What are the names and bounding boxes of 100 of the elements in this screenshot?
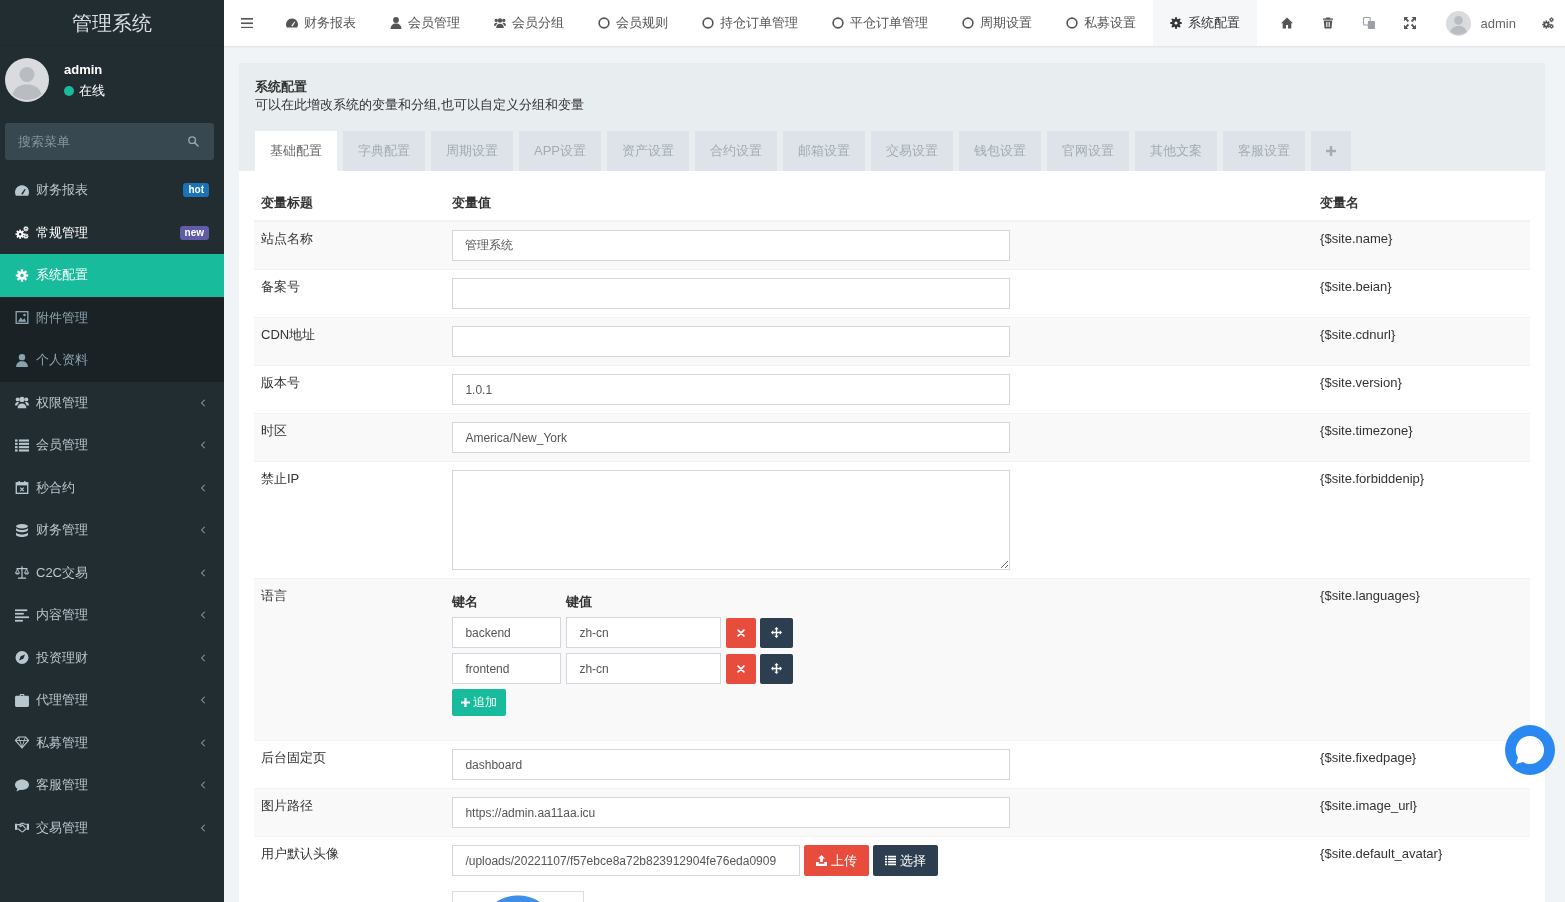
submenu-item[interactable]: 附件管理: [0, 296, 224, 339]
textarea-field[interactable]: [452, 470, 1011, 570]
variable-name: {$site.beian}: [1320, 279, 1392, 294]
search-field[interactable]: 搜索菜单: [5, 123, 214, 160]
circle-icon: [832, 17, 844, 29]
chevron-left-icon: [200, 568, 205, 577]
text-field[interactable]: https://admin.aa11aa.icu: [452, 797, 1011, 828]
scale-icon: [15, 566, 29, 580]
column-header: 变量值: [452, 195, 492, 210]
search-icon[interactable]: [188, 136, 199, 147]
panel-description: 可以在此增改系统的变量和分组,也可以自定义分组和变量: [255, 97, 584, 112]
upload-icon: [816, 855, 828, 866]
text-field[interactable]: America/New_York: [452, 422, 1011, 453]
move-button[interactable]: [760, 653, 794, 684]
move-icon: [771, 627, 783, 638]
variable-name: {$site.default_avatar}: [1320, 846, 1443, 861]
config-tab[interactable]: 基础配置: [255, 131, 337, 171]
menu-item[interactable]: 代理管理: [0, 679, 224, 722]
path-field[interactable]: /uploads/20221107/f57ebce8a72b823912904fe76eda0909: [452, 845, 801, 876]
menu-item[interactable]: 私募管理: [0, 721, 224, 764]
menu-item[interactable]: 权限管理: [0, 381, 224, 424]
text-field[interactable]: [452, 278, 1011, 309]
chat-bubble-icon[interactable]: [1505, 725, 1555, 775]
text-field[interactable]: dashboard: [452, 749, 1011, 780]
menu-item[interactable]: 会员管理: [0, 424, 224, 467]
nav-tab[interactable]: 私募设置: [1049, 0, 1153, 46]
nav-tab[interactable]: 周期设置: [945, 0, 1049, 46]
row-label: 用户默认头像: [261, 846, 339, 861]
nav-tab[interactable]: 平仓订单管理: [815, 0, 945, 46]
trash-icon: [1323, 17, 1334, 29]
row-label: 版本号: [261, 375, 300, 390]
column-header: 键名: [452, 594, 479, 609]
menu-item[interactable]: 内容管理: [0, 594, 224, 637]
chevron-left-icon: [200, 738, 205, 747]
x-icon: [737, 664, 746, 673]
variable-name: {$site.image_url}: [1320, 798, 1417, 813]
column-header: 变量名: [1320, 195, 1360, 210]
x-icon: [737, 628, 746, 637]
menu-item[interactable]: 财务管理: [0, 509, 224, 552]
chevron-left-icon: [200, 483, 205, 492]
text-field[interactable]: 管理系统: [452, 230, 1011, 261]
plus-icon: [1326, 146, 1336, 156]
select-button[interactable]: 选择: [873, 845, 939, 876]
nav-tab[interactable]: 系统配置: [1153, 0, 1257, 46]
row-label: 禁止IP: [261, 471, 300, 486]
nav-tab[interactable]: 财务报表: [269, 0, 373, 46]
menu-badge: new: [179, 225, 209, 240]
menu-item[interactable]: 常规管理 new: [0, 211, 224, 254]
nav-tab[interactable]: 会员规则: [581, 0, 685, 46]
person-icon: [15, 353, 29, 367]
chevron-left-icon: [200, 823, 205, 832]
submenu-item[interactable]: 个人资料: [0, 339, 224, 382]
chevron-left-icon: [200, 441, 205, 450]
key-field[interactable]: backend: [452, 617, 562, 648]
variable-name: {$site.forbiddenip}: [1320, 471, 1425, 486]
variable-name: {$site.fixedpage}: [1320, 750, 1417, 765]
circle-icon: [962, 17, 974, 29]
diamond-icon: [15, 736, 29, 750]
key-field[interactable]: frontend: [452, 653, 562, 684]
value-field[interactable]: zh-cn: [566, 653, 722, 684]
menu-item[interactable]: 交易管理: [0, 806, 224, 849]
move-button[interactable]: [760, 617, 794, 648]
translate-icon: [1363, 17, 1376, 29]
people-icon: [494, 17, 506, 29]
remove-button[interactable]: [726, 617, 757, 648]
menu-item[interactable]: 投资理财: [0, 636, 224, 679]
app-title[interactable]: 管理系统: [72, 10, 152, 35]
align-left-icon: [15, 608, 29, 622]
menu-item[interactable]: 秒合约: [0, 466, 224, 509]
menu-badge: hot: [183, 183, 209, 198]
list-icon: [15, 438, 29, 452]
text-field[interactable]: [452, 326, 1011, 357]
nav-tab[interactable]: 会员管理: [373, 0, 477, 46]
row-label: 时区: [261, 423, 287, 438]
nav-tab[interactable]: 会员分组: [477, 0, 581, 46]
circle-icon: [702, 17, 714, 29]
briefcase-icon: [15, 693, 29, 707]
menu-item[interactable]: 客服管理: [0, 764, 224, 807]
image-icon: [15, 311, 29, 325]
variable-name: {$site.languages}: [1320, 588, 1420, 603]
variable-name: {$site.name}: [1320, 231, 1393, 246]
chevron-left-icon: [200, 611, 205, 620]
nav-tab[interactable]: 持仓订单管理: [685, 0, 815, 46]
upload-button[interactable]: 上传: [804, 845, 870, 876]
avatar-icon: [1445, 10, 1471, 36]
menu-item[interactable]: C2C交易: [0, 551, 224, 594]
menu-item[interactable]: 财务报表 hot: [0, 169, 224, 212]
gauge-icon: [286, 17, 298, 29]
value-field[interactable]: zh-cn: [566, 617, 722, 648]
gear-icon: [1170, 17, 1182, 29]
calendar-icon: [15, 481, 29, 495]
remove-button[interactable]: [726, 653, 757, 684]
variable-name: {$site.cdnurl}: [1320, 327, 1396, 342]
variable-name: {$site.version}: [1320, 375, 1402, 390]
user-menu[interactable]: admin: [1430, 0, 1531, 46]
avatar-icon: [5, 58, 49, 102]
row-label: 语言: [261, 588, 287, 603]
text-field[interactable]: 1.0.1: [452, 374, 1011, 405]
people-icon: [15, 396, 29, 410]
gauge-icon: [15, 183, 29, 197]
